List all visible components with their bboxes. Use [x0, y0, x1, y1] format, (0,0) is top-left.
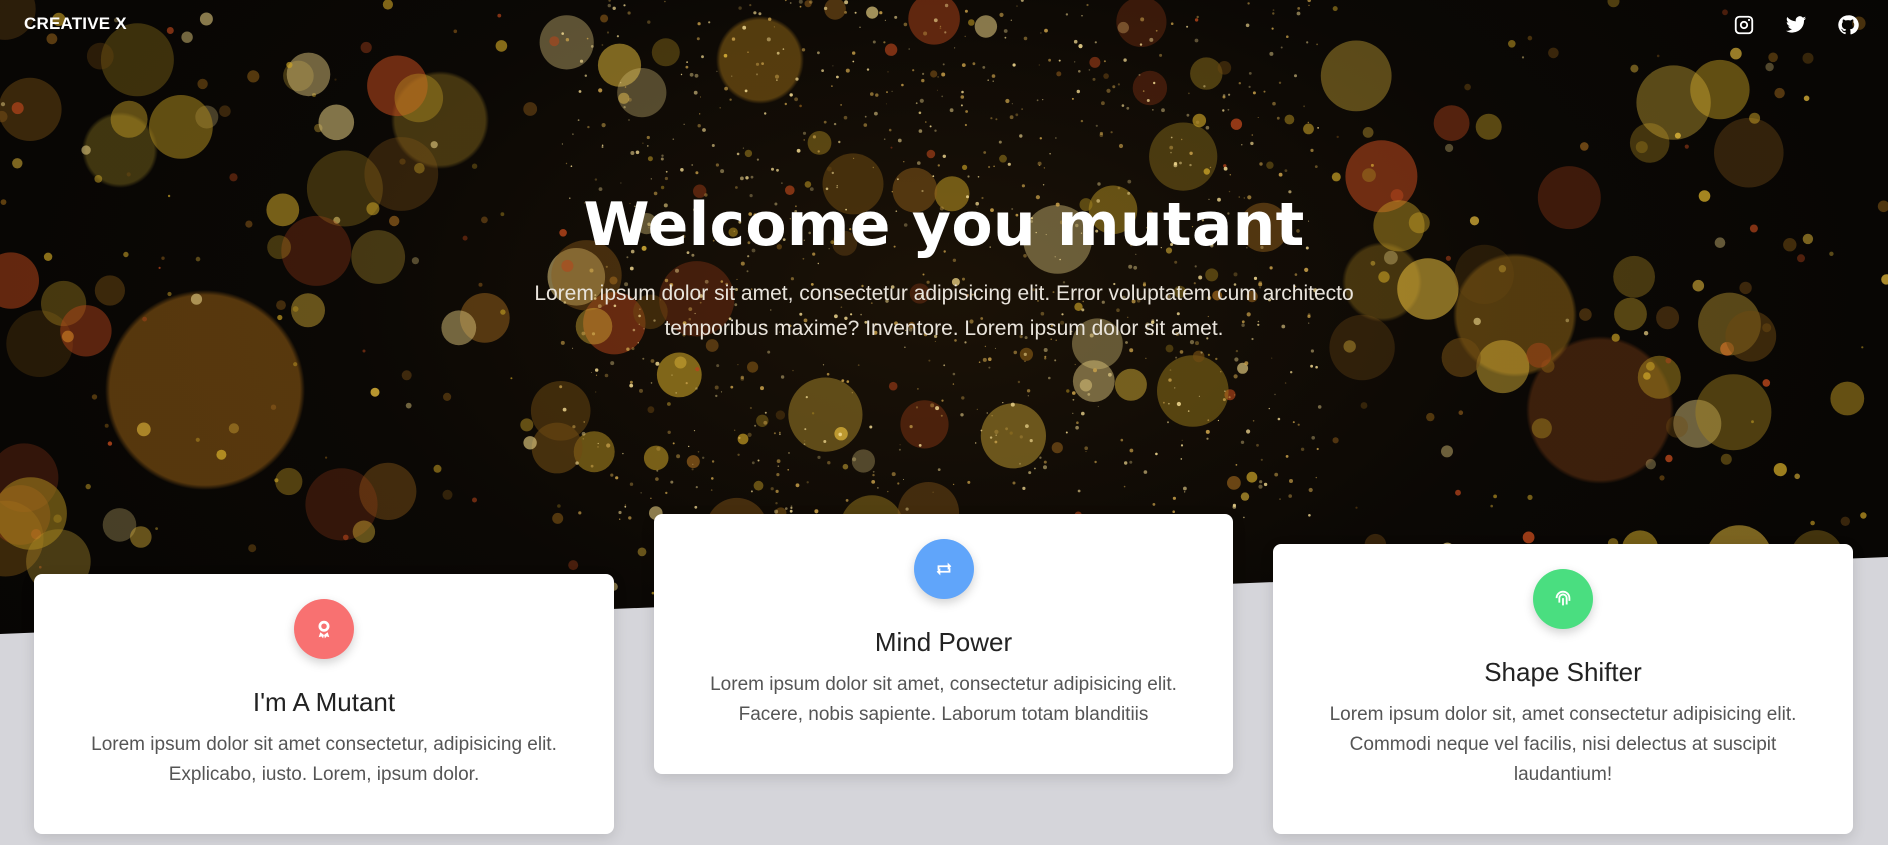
repeat-icon — [936, 562, 951, 576]
repeat-badge — [913, 539, 974, 599]
twitter-link[interactable] — [1780, 11, 1812, 39]
award-icon — [318, 620, 330, 639]
card-title: I'm A Mutant — [252, 687, 396, 717]
brand-logo[interactable]: CREATIVE X — [24, 14, 127, 34]
feature-card-shape-shifter: Shape Shifter Lorem ipsum dolor sit, ame… — [1273, 544, 1853, 834]
github-link[interactable] — [1832, 11, 1864, 39]
top-nav: CREATIVE X — [0, 0, 1888, 50]
card-text: Lorem ipsum dolor sit, amet consectetur … — [1329, 704, 1797, 785]
social-links — [1728, 11, 1864, 39]
award-badge — [294, 599, 354, 659]
card-title: Mind Power — [874, 627, 1013, 657]
card-text: Lorem ipsum dolor sit amet, consectetur … — [710, 674, 1177, 725]
fingerprint-icon — [1555, 590, 1571, 606]
instagram-icon — [1734, 15, 1754, 35]
twitter-icon — [1785, 16, 1807, 33]
fingerprint-badge — [1533, 569, 1593, 629]
hero-title: Welcome you mutant — [583, 190, 1305, 260]
feature-card-mutant: I'm A Mutant Lorem ipsum dolor sit amet … — [34, 574, 614, 834]
github-icon — [1838, 15, 1859, 35]
card-title: Shape Shifter — [1484, 657, 1642, 687]
feature-card-mind-power: Mind Power Lorem ipsum dolor sit amet, c… — [654, 514, 1233, 774]
instagram-link[interactable] — [1728, 11, 1760, 39]
card-text: Lorem ipsum dolor sit amet consectetur, … — [91, 734, 557, 785]
hero-subtitle: Lorem ipsum dolor sit amet, consectetur … — [534, 282, 1354, 340]
